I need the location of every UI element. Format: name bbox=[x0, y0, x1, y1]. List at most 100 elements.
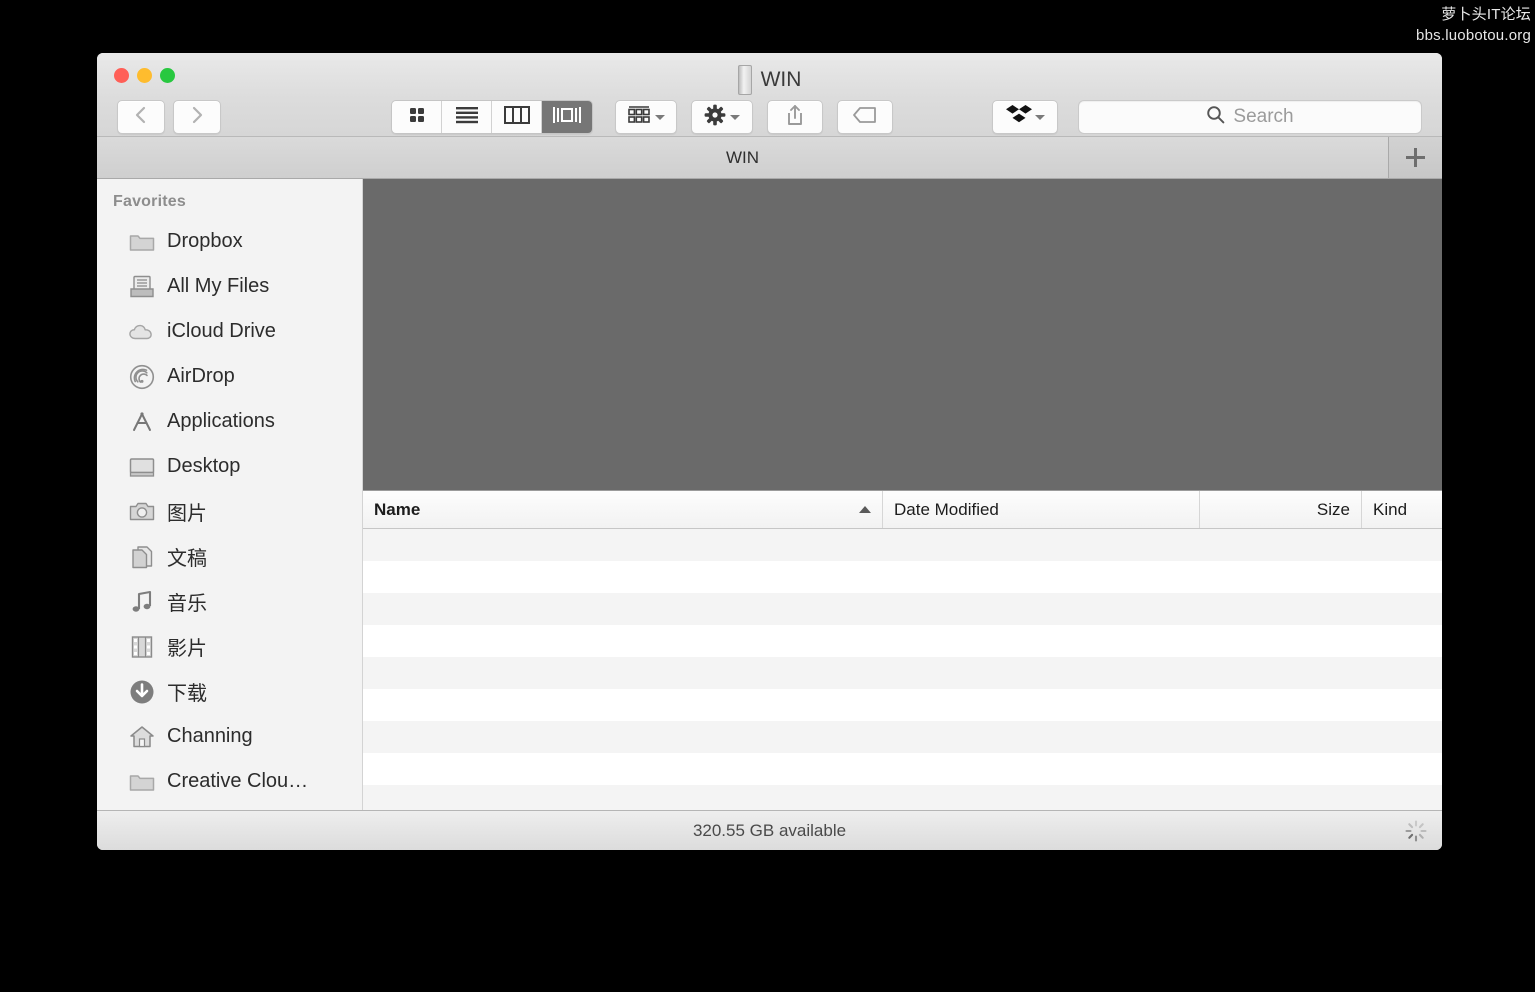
sidebar-item-applications[interactable]: Applications bbox=[97, 399, 362, 444]
table-row[interactable] bbox=[363, 529, 1442, 561]
titlebar: WIN Search bbox=[97, 53, 1442, 137]
loading-spinner-icon bbox=[1404, 819, 1428, 843]
coverflow-preview-area[interactable] bbox=[363, 179, 1442, 490]
navigation-buttons bbox=[117, 100, 221, 134]
plus-icon bbox=[1406, 148, 1425, 167]
dropbox-button[interactable] bbox=[992, 100, 1058, 134]
download-icon bbox=[129, 679, 155, 705]
folder-icon bbox=[129, 229, 155, 255]
search-placeholder: Search bbox=[1233, 106, 1294, 127]
table-row[interactable] bbox=[363, 721, 1442, 753]
chevron-left-icon bbox=[133, 104, 149, 131]
columns-icon bbox=[503, 105, 530, 129]
sidebar-item-label: 文稿 bbox=[167, 548, 207, 570]
tab-label: WIN bbox=[725, 147, 760, 167]
table-row[interactable] bbox=[363, 625, 1442, 657]
applications-icon bbox=[129, 409, 155, 435]
table-row[interactable] bbox=[363, 753, 1442, 785]
sidebar-item-label: iCloud Drive bbox=[167, 320, 276, 342]
table-row[interactable] bbox=[363, 785, 1442, 810]
sidebar-item-documents[interactable]: 文稿 bbox=[97, 534, 362, 579]
window-title: WIN bbox=[97, 65, 1442, 95]
sidebar-item-label: AirDrop bbox=[167, 365, 235, 387]
sidebar-item-downloads[interactable]: 下载 bbox=[97, 669, 362, 714]
main-pane: Name Date Modified Size Kind bbox=[363, 179, 1442, 810]
sidebar-item-label: 图片 bbox=[167, 503, 207, 525]
sidebar-item-creative-cloud[interactable]: Creative Clou… bbox=[97, 759, 362, 804]
column-header-kind[interactable]: Kind bbox=[1362, 491, 1442, 528]
column-header-date-modified[interactable]: Date Modified bbox=[883, 491, 1200, 528]
action-button[interactable] bbox=[691, 100, 753, 134]
sidebar-item-dropbox[interactable]: Dropbox bbox=[97, 219, 362, 264]
forward-button[interactable] bbox=[173, 100, 221, 134]
back-button[interactable] bbox=[117, 100, 165, 134]
sidebar-item-label: Applications bbox=[167, 410, 275, 432]
sidebar-item-airdrop[interactable]: AirDrop bbox=[97, 354, 362, 399]
sidebar-item-icloud-drive[interactable]: iCloud Drive bbox=[97, 309, 362, 354]
status-text: 320.55 GB available bbox=[692, 820, 847, 840]
airdrop-icon bbox=[129, 364, 155, 390]
icon-view-button[interactable] bbox=[392, 101, 442, 133]
sidebar-item-all-my-files[interactable]: All My Files bbox=[97, 264, 362, 309]
tag-icon bbox=[852, 106, 878, 129]
sidebar-item-pictures[interactable]: 图片 bbox=[97, 489, 362, 534]
all-my-files-icon bbox=[129, 274, 155, 300]
chevron-down-icon bbox=[1034, 114, 1045, 120]
screen: 萝卜头IT论坛 bbs.luobotou.org WIN Search WIN … bbox=[0, 0, 1535, 992]
view-mode-segmented-control bbox=[391, 100, 593, 134]
share-icon bbox=[785, 103, 805, 132]
column-header-label: Kind bbox=[1373, 499, 1408, 519]
window-body: Favorites Dropbox All My Files iCloud Dr… bbox=[97, 179, 1442, 810]
chevron-down-icon bbox=[655, 114, 665, 120]
column-view-button[interactable] bbox=[492, 101, 542, 133]
gear-icon bbox=[704, 104, 726, 131]
search-field[interactable]: Search bbox=[1078, 100, 1422, 134]
column-headers: Name Date Modified Size Kind bbox=[363, 490, 1442, 529]
sidebar-item-label: Dropbox bbox=[167, 230, 243, 252]
sidebar-item-label: All My Files bbox=[167, 275, 270, 297]
dropbox-icon bbox=[1005, 104, 1032, 131]
sidebar-item-label: Creative Clou… bbox=[167, 770, 309, 792]
tag-button[interactable] bbox=[837, 100, 893, 134]
new-tab-button[interactable] bbox=[1389, 137, 1442, 178]
arrange-grid-icon bbox=[627, 105, 651, 130]
sidebar-item-music[interactable]: 音乐 bbox=[97, 579, 362, 624]
sidebar-section-favorites: Favorites bbox=[113, 193, 186, 210]
table-row[interactable] bbox=[363, 593, 1442, 625]
grid-icon bbox=[407, 105, 427, 130]
sidebar: Favorites Dropbox All My Files iCloud Dr… bbox=[97, 179, 363, 810]
chevron-right-icon bbox=[189, 104, 205, 131]
coverflow-view-button[interactable] bbox=[542, 101, 592, 133]
share-button[interactable] bbox=[767, 100, 823, 134]
watermark: 萝卜头IT论坛 bbs.luobotou.org bbox=[1416, 4, 1531, 46]
desktop-icon bbox=[129, 454, 155, 480]
column-header-label: Date Modified bbox=[894, 499, 999, 519]
column-header-name[interactable]: Name bbox=[363, 491, 883, 528]
watermark-line2: bbs.luobotou.org bbox=[1416, 27, 1531, 44]
music-note-icon bbox=[129, 589, 155, 615]
column-header-label: Name bbox=[374, 499, 421, 519]
sidebar-item-label: 下载 bbox=[167, 683, 207, 705]
coverflow-icon bbox=[552, 105, 582, 130]
folder-icon bbox=[129, 769, 155, 795]
list-icon bbox=[455, 106, 479, 129]
arrange-button[interactable] bbox=[615, 100, 677, 134]
sidebar-item-home[interactable]: Channing bbox=[97, 714, 362, 759]
table-row[interactable] bbox=[363, 689, 1442, 721]
sidebar-item-movies[interactable]: 影片 bbox=[97, 624, 362, 669]
column-header-size[interactable]: Size bbox=[1200, 491, 1362, 528]
tab-bar: WIN bbox=[97, 137, 1442, 179]
chevron-down-icon bbox=[730, 114, 740, 120]
tab-win[interactable]: WIN bbox=[97, 137, 1389, 178]
sidebar-item-desktop[interactable]: Desktop bbox=[97, 444, 362, 489]
list-view-button[interactable] bbox=[442, 101, 492, 133]
status-bar: 320.55 GB available bbox=[97, 810, 1442, 850]
cloud-icon bbox=[129, 319, 155, 345]
file-list[interactable] bbox=[363, 529, 1442, 810]
toolbar: Search bbox=[97, 97, 1442, 137]
sidebar-item-label: Desktop bbox=[167, 455, 241, 477]
camera-icon bbox=[129, 499, 155, 525]
table-row[interactable] bbox=[363, 657, 1442, 689]
table-row[interactable] bbox=[363, 561, 1442, 593]
finder-window: WIN Search WIN Favorites Dropbox All My … bbox=[97, 53, 1442, 850]
